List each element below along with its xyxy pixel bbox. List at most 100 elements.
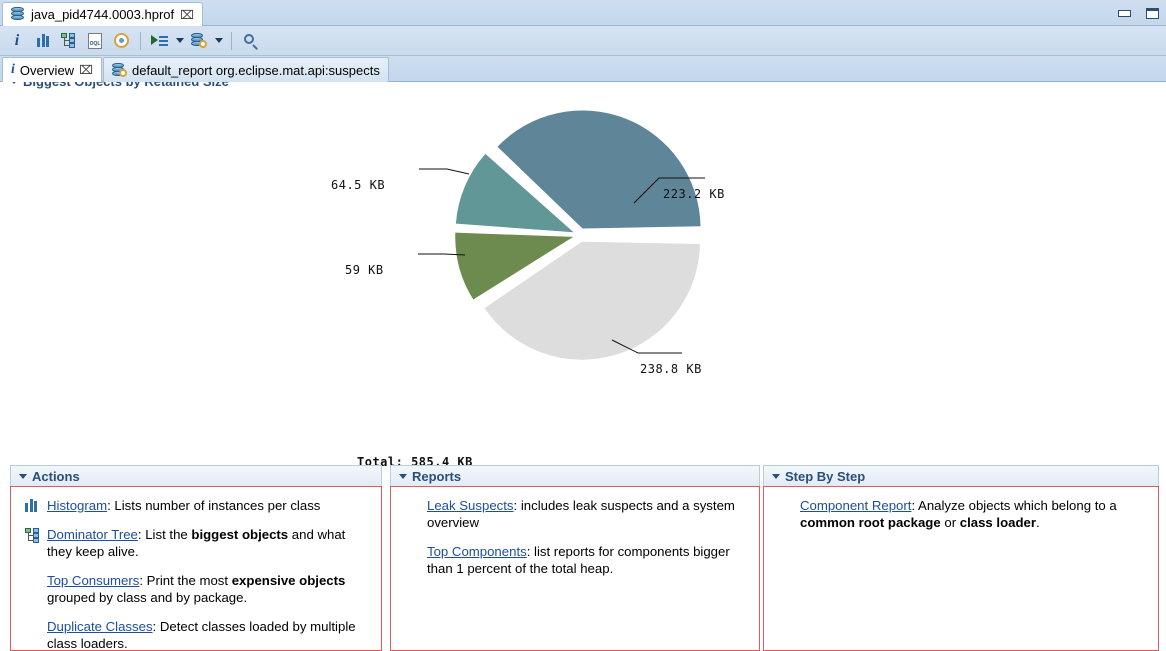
action-dominator-bold: biggest objects <box>191 527 289 542</box>
settings-button[interactable] <box>109 29 133 53</box>
settings-gear-icon <box>113 33 129 48</box>
mat-overview-window: java_pid4744.0003.hprof ⌧ i OQL i Overvi… <box>0 0 1166 651</box>
action-dominator-text: Dominator Tree: List the biggest objects… <box>47 526 373 560</box>
step-component-report-tail: . <box>1036 515 1040 530</box>
window-tab-strip: java_pid4744.0003.hprof ⌧ <box>0 0 1166 26</box>
tab-overview-label: Overview <box>19 62 75 78</box>
step-component-report-bold2: class loader <box>959 515 1037 530</box>
pie-label-0: 223.2 KB <box>663 187 725 201</box>
action-histogram-text: Histogram: Lists number of instances per… <box>47 497 373 514</box>
action-top-consumers-text: Top Consumers: Print the most expensive … <box>47 572 373 606</box>
step-component-report-text: Component Report: Analyze objects which … <box>800 497 1150 531</box>
panel-reports: Reports Leak Suspects: includes leak sus… <box>390 465 760 651</box>
pie-leaders <box>418 168 705 354</box>
panel-reports-body: Leak Suspects: includes leak suspects an… <box>390 486 760 651</box>
link-duplicate-classes[interactable]: Duplicate Classes <box>47 619 153 634</box>
maximize-icon <box>1145 7 1159 19</box>
histogram-icon <box>25 497 42 514</box>
report-top-components-text: Top Components: list reports for compone… <box>427 543 751 577</box>
chevron-down-icon <box>19 473 27 479</box>
maximize-button[interactable] <box>1138 0 1166 26</box>
search-button[interactable] <box>239 29 263 53</box>
query-browser-button[interactable] <box>187 29 211 53</box>
view-tab-strip: i Overview ⌧ default_report org.eclipse.… <box>0 56 1166 82</box>
link-dominator-tree[interactable]: Dominator Tree <box>47 527 138 542</box>
run-query-icon <box>151 33 169 48</box>
list-item: Top Components: list reports for compone… <box>405 543 751 577</box>
action-top-consumers-tail: grouped by class and by package. <box>47 590 248 605</box>
panel-actions-title: Actions <box>32 468 80 484</box>
panel-actions-header[interactable]: Actions <box>10 465 382 486</box>
retained-size-pie-chart: 223.2 KB 64.5 KB 59 KB 238.8 KB <box>0 82 760 382</box>
action-top-consumers-rest: : Print the most <box>139 573 232 588</box>
dominator-tree-icon <box>60 33 78 48</box>
tab-default-report-label: default_report org.eclipse.mat.api:suspe… <box>132 62 380 78</box>
report-icon <box>112 63 127 77</box>
search-icon <box>243 33 259 50</box>
dominator-tree-button[interactable] <box>57 29 81 53</box>
file-tab-label: java_pid4744.0003.hprof <box>31 7 175 22</box>
link-leak-suspects[interactable]: Leak Suspects <box>427 498 514 513</box>
panel-step-by-step-body: Component Report: Analyze objects which … <box>763 486 1159 651</box>
panel-reports-header[interactable]: Reports <box>390 465 760 486</box>
chevron-down-icon <box>399 473 407 479</box>
tab-default-report[interactable]: default_report org.eclipse.mat.api:suspe… <box>103 57 389 82</box>
heap-dump-icon <box>10 7 25 22</box>
panel-step-by-step: Step By Step Component Report: Analyze o… <box>763 465 1159 651</box>
panel-actions-body: Histogram: Lists number of instances per… <box>10 486 382 651</box>
report-leak-suspects-text: Leak Suspects: includes leak suspects an… <box>427 497 751 531</box>
list-item: Top Consumers: Print the most expensive … <box>25 572 373 606</box>
link-component-report[interactable]: Component Report <box>800 498 911 513</box>
action-duplicate-classes-text: Duplicate Classes: Detect classes loaded… <box>47 618 373 650</box>
panel-step-by-step-header[interactable]: Step By Step <box>763 465 1159 486</box>
list-item: Component Report: Analyze objects which … <box>778 497 1150 531</box>
step-component-report-rest: : Analyze objects which belong to a <box>911 498 1117 513</box>
tab-overview[interactable]: i Overview ⌧ <box>2 57 102 82</box>
pie-label-1: 64.5 KB <box>331 178 386 192</box>
overview-info-icon: i <box>14 31 20 49</box>
histogram-icon <box>37 34 49 47</box>
bottom-panels: Actions Histogram: Lists number of insta… <box>0 465 1166 651</box>
leader-line-2388 <box>611 339 682 354</box>
open-query-browser-icon <box>191 33 207 48</box>
step-component-report-mid: or <box>940 515 960 530</box>
close-icon[interactable]: ⌧ <box>180 9 194 21</box>
panel-step-by-step-title: Step By Step <box>785 468 866 484</box>
action-top-consumers-bold: expensive objects <box>231 573 346 588</box>
info-icon: i <box>11 62 15 77</box>
overview-info-button[interactable]: i <box>5 29 29 53</box>
window-controls <box>1110 0 1166 26</box>
panel-reports-title: Reports <box>412 468 462 484</box>
chevron-down-icon <box>772 473 780 479</box>
link-histogram[interactable]: Histogram <box>47 498 107 513</box>
step-component-report-bold: common root package <box>800 515 941 530</box>
list-item: Duplicate Classes: Detect classes loaded… <box>25 618 373 650</box>
leader-line-59 <box>418 253 466 256</box>
dominator-tree-icon <box>25 526 42 560</box>
main-toolbar: i <box>0 26 1166 56</box>
toolbar-separator-1 <box>140 31 141 50</box>
pie-label-3: 238.8 KB <box>640 362 702 376</box>
leader-line-645 <box>419 168 470 175</box>
query-browser-dropdown-icon[interactable] <box>213 29 224 53</box>
minimize-icon <box>1117 9 1131 17</box>
oql-button[interactable] <box>83 29 107 53</box>
pie-label-2: 59 KB <box>345 263 384 277</box>
oql-icon <box>88 32 102 49</box>
file-tab-heap-dump[interactable]: java_pid4744.0003.hprof ⌧ <box>2 2 203 26</box>
panel-actions: Actions Histogram: Lists number of insta… <box>10 465 382 651</box>
toolbar-separator-2 <box>231 31 232 50</box>
histogram-button[interactable] <box>31 29 55 53</box>
action-dominator-rest: : List the <box>137 527 192 542</box>
overview-content: Biggest Objects by Retained Size 223.2 K… <box>0 82 1166 651</box>
link-top-components[interactable]: Top Components <box>427 544 527 559</box>
list-item: Dominator Tree: List the biggest objects… <box>25 526 373 560</box>
minimize-button[interactable] <box>1110 0 1138 26</box>
close-icon[interactable]: ⌧ <box>79 64 93 76</box>
link-top-consumers[interactable]: Top Consumers <box>47 573 139 588</box>
action-histogram-rest: : Lists number of instances per class <box>107 498 321 513</box>
list-item: Leak Suspects: includes leak suspects an… <box>405 497 751 531</box>
run-query-dropdown-icon[interactable] <box>174 29 185 53</box>
run-query-button[interactable] <box>148 29 172 53</box>
list-item: Histogram: Lists number of instances per… <box>25 497 373 514</box>
